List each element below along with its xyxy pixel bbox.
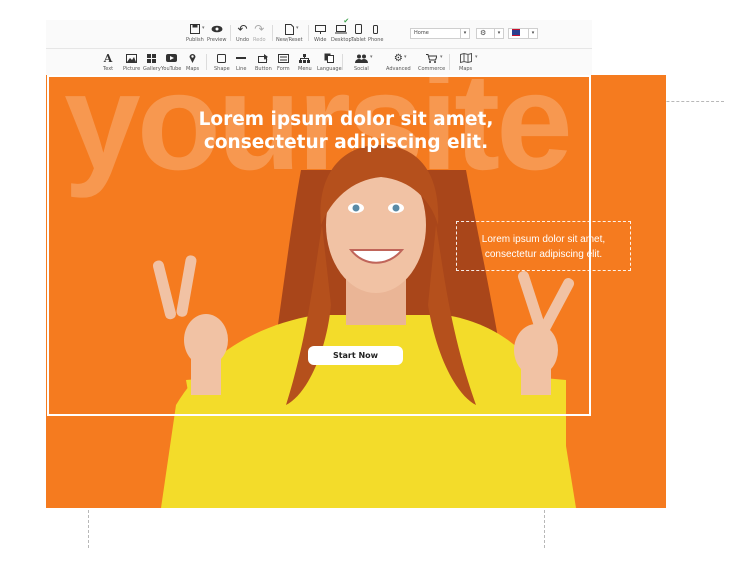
chevron-down-icon[interactable]: ▾: [370, 54, 373, 60]
insert-youtube-label: YouTube: [161, 66, 182, 72]
chevron-down-icon[interactable]: ▾: [296, 25, 299, 31]
insert-menu-label: Menu: [298, 66, 312, 72]
page-select-value: Home: [414, 30, 429, 36]
hero-headline[interactable]: Lorem ipsum dolor sit amet, consectetur …: [100, 108, 592, 154]
toolbar-divider: [206, 54, 207, 70]
page-select[interactable]: Home ▾: [410, 28, 470, 39]
folded-map-icon: [459, 51, 472, 65]
toolbar-divider: [272, 25, 273, 41]
insert-picture-button[interactable]: Picture: [123, 51, 140, 72]
preview-button[interactable]: Preview: [207, 22, 226, 43]
redo-icon: ↷: [254, 22, 265, 36]
check-icon: ✔: [343, 18, 350, 25]
chevron-down-icon[interactable]: ▾: [202, 25, 205, 31]
preview-label: Preview: [207, 37, 227, 43]
chevron-down-icon: ▾: [528, 29, 537, 38]
language-select[interactable]: ▾: [508, 28, 538, 39]
insert-maps-label: Maps: [186, 66, 200, 72]
chevron-down-icon: ▾: [494, 29, 503, 38]
insert-social-button[interactable]: Social: [354, 51, 369, 72]
new-reset-label: New/Reset: [276, 37, 303, 43]
toolbar-divider: [449, 54, 450, 70]
chevron-down-icon[interactable]: ▾: [440, 54, 443, 60]
map-pin-icon: [189, 51, 196, 65]
sitemap-icon: [299, 51, 311, 65]
new-page-icon: [284, 22, 294, 36]
insert-form-label: Form: [277, 66, 290, 72]
insert-commerce-label: Commerce: [418, 66, 446, 72]
insert-toolbar: A Text Picture Gallery YouTube Maps Shap…: [46, 49, 592, 76]
insert-menu-button[interactable]: Menu: [298, 51, 312, 72]
insert-social-label: Social: [354, 66, 369, 72]
publish-label: Publish: [186, 37, 204, 43]
insert-line-button[interactable]: Line: [236, 51, 246, 72]
device-wide-button[interactable]: Wide: [314, 22, 326, 43]
insert-language-button[interactable]: Language: [317, 51, 342, 72]
insert-text-button[interactable]: A Text: [103, 51, 114, 73]
monitor-icon: [314, 22, 326, 36]
device-tablet-label: Tablet: [351, 37, 366, 43]
insert-youtube-button[interactable]: YouTube: [161, 51, 181, 72]
uk-flag-icon: [512, 29, 520, 36]
device-tablet-button[interactable]: Tablet: [351, 22, 366, 43]
hero-side-text[interactable]: Lorem ipsum dolor sit amet, consectetur …: [456, 221, 631, 271]
editor-toolbar-main: Publish ▾ Preview ↶ Undo ↷ Redo New/Rese…: [46, 18, 592, 49]
device-wide-label: Wide: [314, 37, 327, 43]
insert-button-button[interactable]: Button: [255, 51, 272, 72]
insert-language-label: Language: [317, 66, 342, 72]
insert-shape-button[interactable]: Shape: [214, 51, 230, 72]
insert-advanced-label: Advanced: [386, 66, 411, 72]
gear-icon: ⚙: [480, 29, 487, 37]
laptop-icon: ✔: [335, 18, 349, 36]
button-cursor-icon: [257, 51, 269, 65]
insert-form-button[interactable]: Form: [277, 51, 290, 72]
chevron-down-icon[interactable]: ▾: [475, 54, 478, 60]
device-desktop-button[interactable]: ✔ Desktop: [331, 18, 352, 43]
settings-select[interactable]: ⚙ ▾: [476, 28, 504, 39]
square-icon: [217, 51, 227, 65]
start-now-button[interactable]: Start Now: [308, 346, 403, 365]
insert-maps2-button[interactable]: Maps: [459, 51, 472, 72]
line-icon: [236, 51, 247, 65]
tablet-icon: [354, 22, 362, 36]
text-icon: A: [103, 51, 113, 65]
redo-label: Redo: [253, 37, 266, 43]
redo-button[interactable]: ↷ Redo: [253, 22, 266, 43]
chevron-down-icon: ▾: [460, 29, 469, 38]
toolbar-divider: [308, 25, 309, 41]
insert-maps-button[interactable]: Maps: [186, 51, 199, 72]
floppy-disk-icon: [189, 22, 200, 36]
insert-gallery-button[interactable]: Gallery: [143, 51, 161, 72]
undo-icon: ↶: [237, 22, 248, 36]
insert-line-label: Line: [236, 66, 247, 72]
insert-gallery-label: Gallery: [143, 66, 161, 72]
insert-picture-label: Picture: [123, 66, 141, 72]
users-icon: [354, 51, 368, 65]
form-icon: [277, 51, 289, 65]
insert-maps2-label: Maps: [459, 66, 473, 72]
insert-button-label: Button: [255, 66, 272, 72]
language-icon: [324, 51, 335, 65]
device-desktop-label: Desktop: [331, 37, 352, 43]
device-phone-button[interactable]: Phone: [368, 22, 384, 43]
cart-icon: [426, 51, 438, 65]
phone-icon: [373, 22, 379, 36]
toolbar-divider: [230, 25, 231, 41]
eye-icon: [211, 22, 223, 36]
insert-text-label: Text: [103, 66, 114, 72]
cogs-icon: ⚙: [393, 52, 403, 64]
youtube-icon: [165, 51, 177, 65]
device-phone-label: Phone: [368, 37, 384, 43]
toolbar-divider: [342, 54, 343, 70]
picture-icon: [126, 51, 138, 65]
insert-shape-label: Shape: [214, 66, 230, 72]
gallery-icon: [146, 51, 157, 65]
undo-label: Undo: [236, 37, 250, 43]
chevron-down-icon[interactable]: ▾: [404, 54, 407, 60]
undo-button[interactable]: ↶ Undo: [236, 22, 249, 43]
